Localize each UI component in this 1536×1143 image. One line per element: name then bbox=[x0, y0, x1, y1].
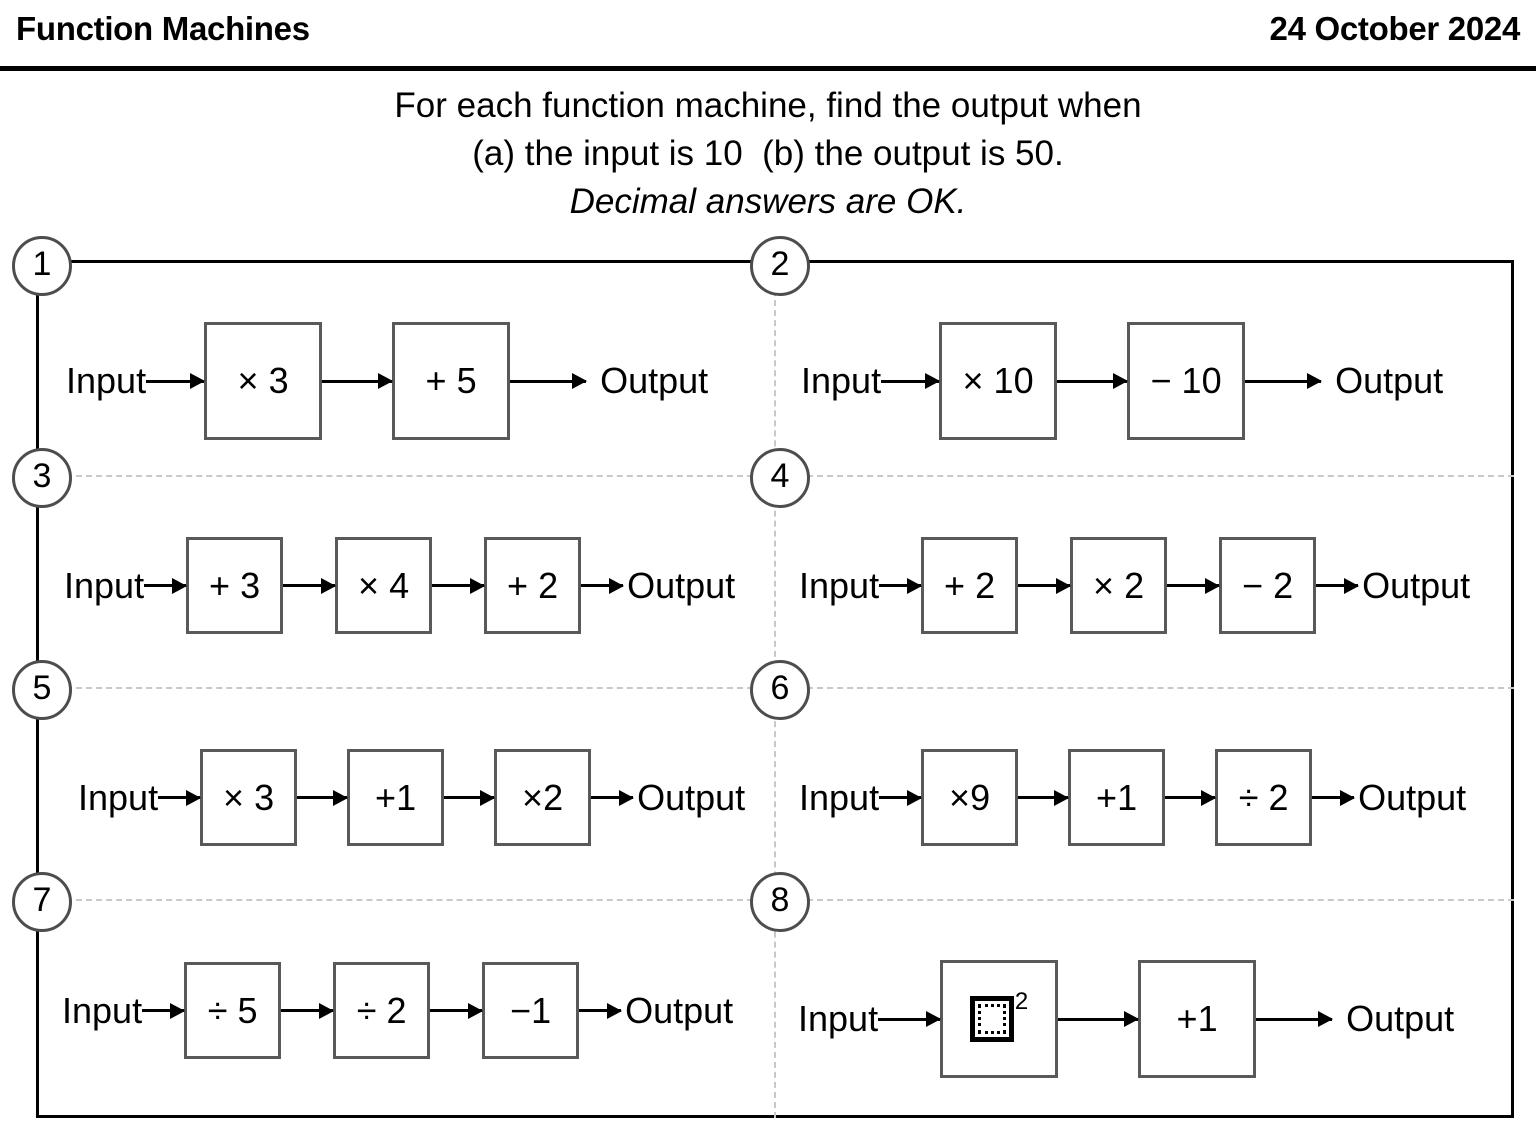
question-number-1: 1 bbox=[12, 236, 72, 296]
output-label: Output bbox=[1335, 360, 1444, 401]
question-number-7: 7 bbox=[12, 872, 72, 932]
arrow-2 bbox=[297, 796, 348, 799]
worksheet-date: 24 October 2024 bbox=[1269, 10, 1521, 47]
arrow-3 bbox=[1165, 796, 1216, 799]
output-label: Output bbox=[627, 564, 736, 606]
operation-box-3: − 2 bbox=[1219, 537, 1317, 634]
squared-box-icon: 2 bbox=[969, 990, 1028, 1042]
function-machine-3: Input + 3 × 4 + 2 Output bbox=[64, 537, 735, 634]
arrow-3 bbox=[430, 1009, 483, 1012]
function-machine-2: Input × 10 − 10 Output bbox=[801, 322, 1443, 440]
operation-box-1: ×9 bbox=[921, 749, 1019, 846]
operation-box-3: ÷ 2 bbox=[1215, 749, 1313, 846]
input-label: Input bbox=[799, 564, 880, 606]
arrow-2 bbox=[281, 1009, 334, 1012]
arrow-3 bbox=[1256, 1017, 1333, 1021]
instruction-line-1: For each function machine, find the outp… bbox=[394, 86, 1142, 125]
operation-box-1: ÷ 5 bbox=[184, 962, 282, 1059]
arrow-2 bbox=[322, 379, 393, 383]
question-number-3: 3 bbox=[12, 448, 72, 508]
function-machine-7: Input ÷ 5 ÷ 2 −1 Output bbox=[62, 962, 733, 1059]
arrow-2 bbox=[1057, 379, 1128, 383]
operation-box-2: +1 bbox=[1068, 749, 1166, 846]
operation-box-2: +1 bbox=[1138, 960, 1257, 1078]
instructions-block: For each function machine, find the outp… bbox=[0, 82, 1536, 226]
arrow-2 bbox=[1058, 1017, 1139, 1021]
question-number-6: 6 bbox=[750, 660, 810, 720]
operation-box-1: × 3 bbox=[200, 749, 298, 846]
output-label: Output bbox=[1358, 776, 1467, 818]
output-label: Output bbox=[625, 989, 734, 1031]
arrow-3 bbox=[432, 584, 485, 587]
header-rule bbox=[0, 66, 1536, 71]
arrow-4 bbox=[581, 584, 624, 587]
output-label: Output bbox=[600, 360, 709, 401]
arrow-4 bbox=[1312, 796, 1355, 799]
input-label: Input bbox=[798, 998, 879, 1039]
worksheet-grid: 1 2 3 4 5 6 7 8 Input × 3 + 5 Output Inp… bbox=[12, 236, 1514, 1118]
arrow-4 bbox=[591, 796, 634, 799]
operation-box-1: 2 bbox=[940, 960, 1059, 1078]
question-number-4: 4 bbox=[750, 448, 810, 508]
squared-outer-frame bbox=[969, 996, 1014, 1042]
arrow-1 bbox=[146, 379, 205, 383]
squared-dotted-placeholder bbox=[977, 1004, 1006, 1034]
input-label: Input bbox=[799, 776, 880, 818]
output-label: Output bbox=[1362, 564, 1471, 606]
operation-box-3: + 2 bbox=[484, 537, 582, 634]
exponent-two-label: 2 bbox=[1014, 988, 1029, 1015]
function-machine-4: Input + 2 × 2 − 2 Output bbox=[799, 537, 1470, 634]
arrow-3 bbox=[1245, 379, 1322, 383]
operation-box-3: ×2 bbox=[494, 749, 592, 846]
operation-box-3: −1 bbox=[482, 962, 580, 1059]
operation-box-2: ÷ 2 bbox=[333, 962, 431, 1059]
function-machine-5: Input × 3 +1 ×2 Output bbox=[78, 749, 745, 846]
arrow-1 bbox=[878, 1017, 941, 1021]
input-label: Input bbox=[801, 360, 882, 401]
instruction-line-2: (a) the input is 10 (b) the output is 50… bbox=[472, 134, 1064, 173]
input-label: Input bbox=[66, 360, 147, 401]
operation-box-1: + 3 bbox=[186, 537, 284, 634]
operation-box-2: +1 bbox=[347, 749, 445, 846]
grid-border-right bbox=[1511, 260, 1514, 1118]
arrow-1 bbox=[158, 796, 201, 799]
operation-box-1: + 2 bbox=[921, 537, 1019, 634]
arrow-2 bbox=[283, 584, 336, 587]
input-label: Input bbox=[62, 989, 143, 1031]
arrow-4 bbox=[1316, 584, 1359, 587]
page-header: Function Machines 24 October 2024 bbox=[0, 0, 1536, 71]
arrow-1 bbox=[142, 1009, 185, 1012]
arrow-1 bbox=[879, 796, 922, 799]
operation-box-2: − 10 bbox=[1127, 322, 1246, 440]
function-machine-6: Input ×9 +1 ÷ 2 Output bbox=[799, 749, 1466, 846]
arrow-2 bbox=[1018, 796, 1069, 799]
arrow-1 bbox=[144, 584, 187, 587]
output-label: Output bbox=[637, 776, 746, 818]
operation-box-2: × 2 bbox=[1070, 537, 1168, 634]
function-machine-8: Input 2 +1 Output bbox=[798, 960, 1454, 1078]
arrow-1 bbox=[881, 379, 940, 383]
operation-box-2: × 4 bbox=[335, 537, 433, 634]
input-label: Input bbox=[78, 776, 159, 818]
arrow-3 bbox=[444, 796, 495, 799]
operation-box-2: + 5 bbox=[392, 322, 511, 440]
arrow-3 bbox=[1167, 584, 1220, 587]
arrow-1 bbox=[879, 584, 922, 587]
output-label: Output bbox=[1346, 998, 1455, 1039]
question-number-2: 2 bbox=[750, 236, 810, 296]
arrow-3 bbox=[510, 379, 587, 383]
operation-box-1: × 10 bbox=[939, 322, 1058, 440]
instruction-line-3: Decimal answers are OK. bbox=[569, 182, 967, 221]
question-number-5: 5 bbox=[12, 660, 72, 720]
function-machine-1: Input × 3 + 5 Output bbox=[66, 322, 708, 440]
page-title: Function Machines bbox=[16, 10, 310, 47]
input-label: Input bbox=[64, 564, 145, 606]
question-number-8: 8 bbox=[750, 872, 810, 932]
arrow-4 bbox=[579, 1009, 622, 1012]
operation-box-1: × 3 bbox=[204, 322, 323, 440]
arrow-2 bbox=[1018, 584, 1071, 587]
